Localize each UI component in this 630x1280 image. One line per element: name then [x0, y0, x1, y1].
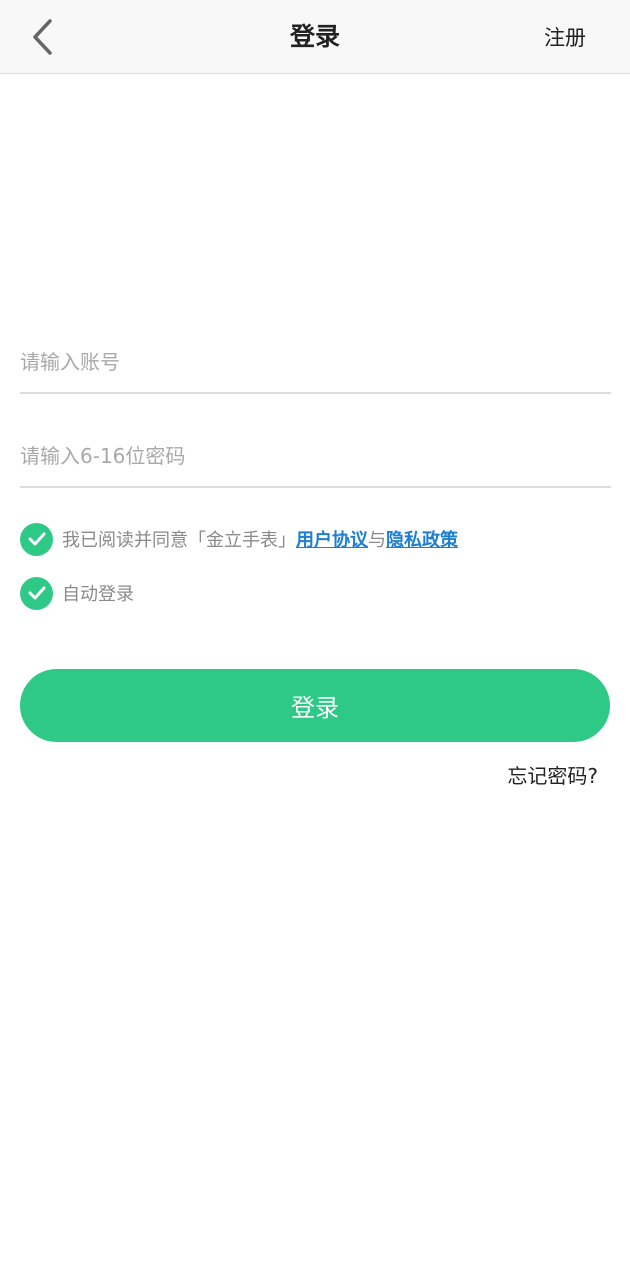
chevron-left-icon — [33, 19, 52, 55]
password-field — [20, 426, 611, 488]
account-field — [20, 332, 611, 394]
header-bar: 登录 注册 — [0, 0, 630, 74]
auto-login-checkbox[interactable] — [20, 576, 53, 610]
agreement-prefix: 我已阅读并同意「金立手表」 — [62, 530, 296, 551]
checkmark-icon — [28, 532, 45, 546]
agreement-checkbox[interactable] — [20, 522, 53, 556]
auto-login-row: 自动登录 — [20, 576, 134, 610]
agreement-conjunction: 与 — [368, 530, 386, 551]
login-button[interactable]: 登录 — [20, 669, 610, 742]
password-input[interactable] — [20, 426, 611, 486]
user-agreement-link[interactable]: 用户协议 — [296, 530, 368, 551]
register-button[interactable]: 注册 — [544, 0, 586, 74]
checkmark-icon — [28, 586, 45, 600]
forgot-password-link[interactable]: 忘记密码? — [507, 760, 598, 789]
agreement-row: 我已阅读并同意「金立手表」用户协议与隐私政策 — [20, 522, 458, 556]
privacy-policy-link[interactable]: 隐私政策 — [386, 530, 458, 551]
page-title: 登录 — [289, 22, 340, 51]
auto-login-label: 自动登录 — [62, 584, 134, 605]
agreement-text: 我已阅读并同意「金立手表」用户协议与隐私政策 — [62, 526, 458, 552]
back-button[interactable] — [22, 14, 62, 60]
account-input[interactable] — [20, 332, 611, 392]
